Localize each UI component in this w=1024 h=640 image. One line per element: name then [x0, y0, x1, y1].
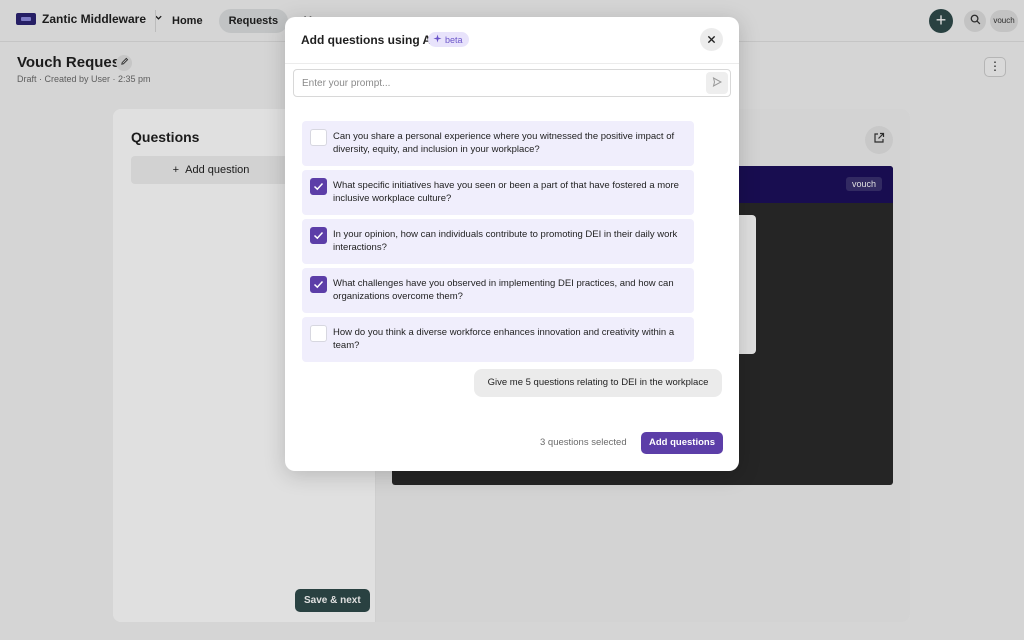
question-text: What challenges have you observed in imp… [333, 278, 674, 302]
checkmark-icon [313, 231, 324, 240]
question-checkbox-checked[interactable] [310, 227, 327, 244]
question-option[interactable]: Can you share a personal experience wher… [302, 121, 694, 166]
question-checkbox[interactable] [310, 129, 327, 146]
user-prompt-bubble: Give me 5 questions relating to DEI in t… [474, 369, 722, 397]
checkmark-icon [313, 280, 324, 289]
question-checkbox-checked[interactable] [310, 276, 327, 293]
send-icon [712, 74, 723, 92]
prompt-field [293, 69, 731, 97]
beta-label: beta [445, 34, 463, 45]
send-prompt-button[interactable] [706, 72, 728, 94]
close-button[interactable] [700, 28, 723, 51]
question-text: In your opinion, how can individuals con… [333, 229, 678, 253]
question-option[interactable]: What challenges have you observed in imp… [302, 268, 694, 313]
sparkle-icon [433, 34, 442, 45]
question-text: What specific initiatives have you seen … [333, 180, 679, 204]
beta-badge: beta [428, 32, 469, 47]
close-icon [707, 31, 716, 49]
question-checkbox-checked[interactable] [310, 178, 327, 195]
ai-questions-modal: Add questions using AI beta Can you shar… [285, 17, 739, 471]
question-checkbox[interactable] [310, 325, 327, 342]
question-text: How do you think a diverse workforce enh… [333, 327, 675, 351]
question-option[interactable]: How do you think a diverse workforce enh… [302, 317, 694, 362]
prompt-input[interactable] [294, 70, 694, 96]
generated-questions-list: Can you share a personal experience wher… [302, 121, 694, 366]
question-text: Can you share a personal experience wher… [333, 131, 675, 155]
modal-title: Add questions using AI [301, 33, 435, 47]
modal-divider [285, 63, 739, 64]
selected-count: 3 questions selected [540, 437, 627, 448]
add-questions-button[interactable]: Add questions [641, 432, 723, 454]
question-option[interactable]: What specific initiatives have you seen … [302, 170, 694, 215]
checkmark-icon [313, 182, 324, 191]
question-option[interactable]: In your opinion, how can individuals con… [302, 219, 694, 264]
